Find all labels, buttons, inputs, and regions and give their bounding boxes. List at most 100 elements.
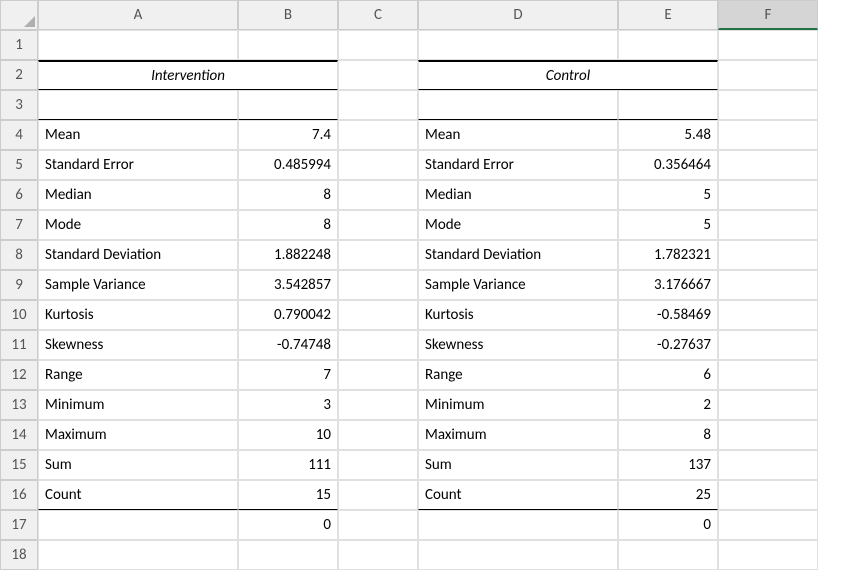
cell-f12[interactable] (718, 360, 818, 390)
cell-a17[interactable] (38, 510, 238, 540)
cell-f9[interactable] (718, 270, 818, 300)
row-header-9[interactable]: 9 (0, 270, 38, 300)
value-mode-intervention[interactable]: 8 (238, 210, 338, 240)
cell-d17[interactable] (418, 510, 618, 540)
cell-f17[interactable] (718, 510, 818, 540)
cell-a1[interactable] (38, 30, 238, 60)
value-var-intervention[interactable]: 3.542857 (238, 270, 338, 300)
value-max-control[interactable]: 8 (618, 420, 718, 450)
label-mode-control[interactable]: Mode (418, 210, 618, 240)
row-header-13[interactable]: 13 (0, 390, 38, 420)
cell-f7[interactable] (718, 210, 818, 240)
value-stderr-control[interactable]: 0.356464 (618, 150, 718, 180)
cell-c7[interactable] (338, 210, 418, 240)
cell-f16[interactable] (718, 480, 818, 510)
select-all-corner[interactable] (0, 0, 38, 30)
cell-f15[interactable] (718, 450, 818, 480)
label-count-intervention[interactable]: Count (38, 480, 238, 510)
cell-f4[interactable] (718, 120, 818, 150)
value-max-intervention[interactable]: 10 (238, 420, 338, 450)
cell-f10[interactable] (718, 300, 818, 330)
cell-d3[interactable] (418, 90, 618, 120)
label-stddev-intervention[interactable]: Standard Deviation (38, 240, 238, 270)
cell-c8[interactable] (338, 240, 418, 270)
row-header-2[interactable]: 2 (0, 60, 38, 90)
value-count-control[interactable]: 25 (618, 480, 718, 510)
cell-f2[interactable] (718, 60, 818, 90)
label-skew-intervention[interactable]: Skewness (38, 330, 238, 360)
value-sum-intervention[interactable]: 111 (238, 450, 338, 480)
cell-c15[interactable] (338, 450, 418, 480)
cell-c3[interactable] (338, 90, 418, 120)
cell-c18[interactable] (338, 540, 418, 570)
label-max-control[interactable]: Maximum (418, 420, 618, 450)
value-skew-intervention[interactable]: -0.74748 (238, 330, 338, 360)
col-header-e[interactable]: E (618, 0, 718, 30)
label-median-intervention[interactable]: Median (38, 180, 238, 210)
label-max-intervention[interactable]: Maximum (38, 420, 238, 450)
label-skew-control[interactable]: Skewness (418, 330, 618, 360)
label-mean-control[interactable]: Mean (418, 120, 618, 150)
value-kurt-control[interactable]: -0.58469 (618, 300, 718, 330)
cell-c6[interactable] (338, 180, 418, 210)
cell-c10[interactable] (338, 300, 418, 330)
value-mean-control[interactable]: 5.48 (618, 120, 718, 150)
label-var-intervention[interactable]: Sample Variance (38, 270, 238, 300)
cell-c16[interactable] (338, 480, 418, 510)
label-range-intervention[interactable]: Range (38, 360, 238, 390)
cell-a18[interactable] (38, 540, 238, 570)
cell-f13[interactable] (718, 390, 818, 420)
label-sum-control[interactable]: Sum (418, 450, 618, 480)
value-median-intervention[interactable]: 8 (238, 180, 338, 210)
value-stddev-control[interactable]: 1.782321 (618, 240, 718, 270)
cell-c4[interactable] (338, 120, 418, 150)
cell-e3[interactable] (618, 90, 718, 120)
row-header-17[interactable]: 17 (0, 510, 38, 540)
row-header-8[interactable]: 8 (0, 240, 38, 270)
label-min-intervention[interactable]: Minimum (38, 390, 238, 420)
row-header-7[interactable]: 7 (0, 210, 38, 240)
value-mode-control[interactable]: 5 (618, 210, 718, 240)
value-stderr-intervention[interactable]: 0.485994 (238, 150, 338, 180)
row-header-12[interactable]: 12 (0, 360, 38, 390)
cell-f8[interactable] (718, 240, 818, 270)
label-median-control[interactable]: Median (418, 180, 618, 210)
cell-f6[interactable] (718, 180, 818, 210)
col-header-f[interactable]: F (718, 0, 818, 30)
cell-f11[interactable] (718, 330, 818, 360)
cell-b18[interactable] (238, 540, 338, 570)
cell-c13[interactable] (338, 390, 418, 420)
value-stddev-intervention[interactable]: 1.882248 (238, 240, 338, 270)
cell-b17[interactable]: 0 (238, 510, 338, 540)
cell-a3[interactable] (38, 90, 238, 120)
row-header-6[interactable]: 6 (0, 180, 38, 210)
cell-f18[interactable] (718, 540, 818, 570)
value-var-control[interactable]: 3.176667 (618, 270, 718, 300)
label-count-control[interactable]: Count (418, 480, 618, 510)
row-header-11[interactable]: 11 (0, 330, 38, 360)
cell-c12[interactable] (338, 360, 418, 390)
label-sum-intervention[interactable]: Sum (38, 450, 238, 480)
value-skew-control[interactable]: -0.27637 (618, 330, 718, 360)
value-median-control[interactable]: 5 (618, 180, 718, 210)
row-header-18[interactable]: 18 (0, 540, 38, 570)
value-min-control[interactable]: 2 (618, 390, 718, 420)
cell-e1[interactable] (618, 30, 718, 60)
label-stderr-intervention[interactable]: Standard Error (38, 150, 238, 180)
cell-f5[interactable] (718, 150, 818, 180)
value-range-intervention[interactable]: 7 (238, 360, 338, 390)
cell-c1[interactable] (338, 30, 418, 60)
label-mode-intervention[interactable]: Mode (38, 210, 238, 240)
col-header-a[interactable]: A (38, 0, 238, 30)
value-min-intervention[interactable]: 3 (238, 390, 338, 420)
label-stddev-control[interactable]: Standard Deviation (418, 240, 618, 270)
cell-c9[interactable] (338, 270, 418, 300)
col-header-c[interactable]: C (338, 0, 418, 30)
cell-f3[interactable] (718, 90, 818, 120)
cell-c17[interactable] (338, 510, 418, 540)
row-header-3[interactable]: 3 (0, 90, 38, 120)
row-header-1[interactable]: 1 (0, 30, 38, 60)
cell-c5[interactable] (338, 150, 418, 180)
cell-c11[interactable] (338, 330, 418, 360)
value-mean-intervention[interactable]: 7.4 (238, 120, 338, 150)
